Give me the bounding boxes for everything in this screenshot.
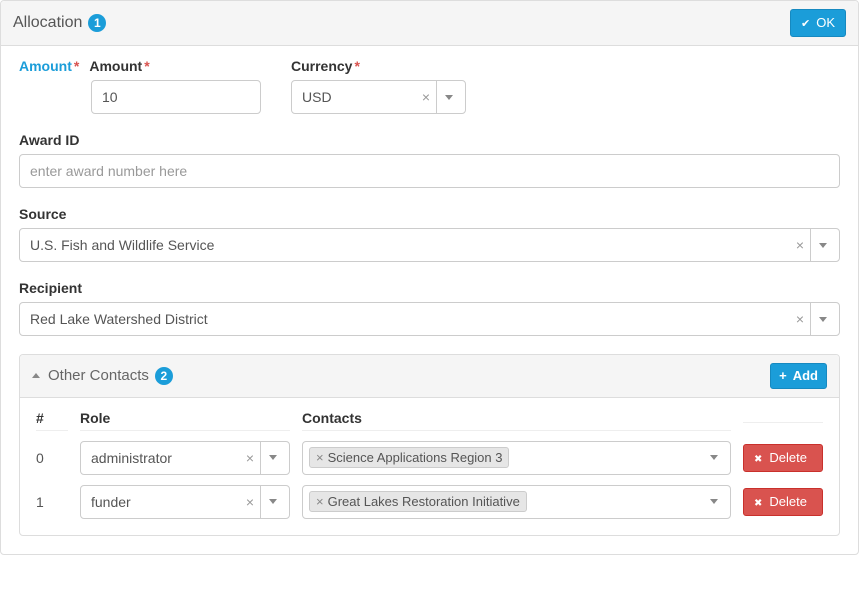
amount-label-row: Amount Amount (19, 58, 261, 74)
allocation-count-badge: 1 (88, 14, 106, 32)
plus-icon (779, 368, 789, 384)
delete-row-button[interactable]: Delete (743, 488, 823, 516)
contact-tag-label: Science Applications Region 3 (328, 450, 503, 465)
amount-input[interactable] (91, 80, 261, 114)
amount-tab-label[interactable]: Amount (19, 58, 79, 74)
other-contacts-title[interactable]: Other Contacts 2 (32, 367, 173, 385)
remove-tag-icon[interactable]: × (316, 450, 324, 465)
ok-button-label: OK (816, 15, 835, 31)
recipient-label: Recipient (19, 280, 840, 296)
amount-currency-row: Amount Amount Currency USD × (19, 58, 840, 114)
col-header-actions (743, 418, 823, 423)
remove-tag-icon[interactable]: × (316, 494, 324, 509)
delete-button-label: Delete (769, 494, 807, 510)
contact-tag: × Science Applications Region 3 (309, 447, 509, 468)
currency-group: Currency USD × (291, 58, 466, 114)
source-group: Source U.S. Fish and Wildlife Service × (19, 206, 840, 262)
chevron-down-icon[interactable] (260, 486, 283, 518)
close-icon (754, 494, 765, 510)
role-select[interactable]: administrator × (80, 441, 290, 475)
award-id-group: Award ID (19, 132, 840, 188)
recipient-value: Red Lake Watershed District (30, 311, 790, 327)
other-contacts-panel: Other Contacts 2 Add # Role Contacts 0 (19, 354, 840, 536)
delete-button-label: Delete (769, 450, 807, 466)
chevron-down-icon[interactable] (260, 442, 283, 474)
other-contacts-header: Other Contacts 2 Add (20, 355, 839, 398)
currency-clear-icon[interactable]: × (416, 89, 436, 105)
col-header-contacts: Contacts (302, 410, 731, 431)
other-contacts-title-text: Other Contacts (48, 367, 149, 384)
contact-tag: × Great Lakes Restoration Initiative (309, 491, 527, 512)
ok-button[interactable]: OK (790, 9, 846, 37)
source-select[interactable]: U.S. Fish and Wildlife Service × (19, 228, 840, 262)
role-value: funder (91, 494, 240, 510)
contacts-multiselect[interactable]: × Great Lakes Restoration Initiative (302, 485, 731, 519)
allocation-panel-header: Allocation 1 OK (1, 1, 858, 46)
recipient-group: Recipient Red Lake Watershed District × (19, 280, 840, 336)
contacts-grid: # Role Contacts 0 administrator × × (36, 410, 823, 519)
allocation-panel: Allocation 1 OK Amount Amount Currency U… (0, 0, 859, 555)
award-id-label: Award ID (19, 132, 840, 148)
role-value: administrator (91, 450, 240, 466)
chevron-down-icon[interactable] (702, 455, 724, 460)
row-index: 0 (36, 450, 68, 466)
add-button-label: Add (793, 368, 818, 384)
delete-row-button[interactable]: Delete (743, 444, 823, 472)
source-label: Source (19, 206, 840, 222)
chevron-down-icon[interactable] (436, 81, 459, 113)
check-icon (801, 15, 812, 31)
chevron-down-icon[interactable] (810, 303, 833, 335)
chevron-down-icon[interactable] (810, 229, 833, 261)
role-select[interactable]: funder × (80, 485, 290, 519)
source-value: U.S. Fish and Wildlife Service (30, 237, 790, 253)
contact-tag-label: Great Lakes Restoration Initiative (328, 494, 520, 509)
allocation-panel-title: Allocation 1 (13, 14, 106, 32)
row-index: 1 (36, 494, 68, 510)
allocation-panel-body: Amount Amount Currency USD × Award ID So… (1, 46, 858, 554)
source-clear-icon[interactable]: × (790, 237, 810, 253)
currency-value: USD (302, 89, 416, 105)
amount-group: Amount Amount (19, 58, 261, 114)
close-icon (754, 450, 765, 466)
award-id-input[interactable] (19, 154, 840, 188)
recipient-clear-icon[interactable]: × (790, 311, 810, 327)
col-header-role: Role (80, 410, 290, 431)
other-contacts-count-badge: 2 (155, 367, 173, 385)
other-contacts-body: # Role Contacts 0 administrator × × (20, 398, 839, 535)
chevron-up-icon (32, 373, 40, 378)
amount-field-label: Amount (89, 58, 149, 74)
recipient-select[interactable]: Red Lake Watershed District × (19, 302, 840, 336)
currency-field-label: Currency (291, 58, 466, 74)
role-clear-icon[interactable]: × (240, 450, 260, 466)
chevron-down-icon[interactable] (702, 499, 724, 504)
panel-title-text: Allocation (13, 14, 82, 32)
role-clear-icon[interactable]: × (240, 494, 260, 510)
add-contact-button[interactable]: Add (770, 363, 827, 389)
col-header-idx: # (36, 410, 68, 431)
contacts-multiselect[interactable]: × Science Applications Region 3 (302, 441, 731, 475)
currency-select[interactable]: USD × (291, 80, 466, 114)
